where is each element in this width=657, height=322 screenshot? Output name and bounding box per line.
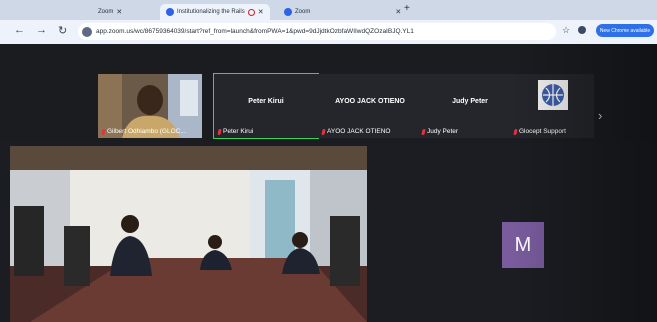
participant-display-name: AYOO JACK OTIENO (335, 98, 405, 105)
bookmark-star-icon[interactable]: ☆ (562, 25, 570, 36)
participant-tile-ayoo-jack[interactable]: AYOO JACK OTIENO AYOO JACK OTIENO (318, 74, 422, 138)
participant-tile-glocept-support[interactable]: Glocept Support (510, 74, 594, 138)
muted-mic-icon (321, 128, 326, 135)
participant-name-label: Judy Peter (421, 128, 459, 135)
participant-tile-judy-peter[interactable]: Judy Peter Judy Peter (418, 74, 522, 138)
participant-name-label: Peter Kirui (217, 128, 254, 135)
screen: Zoom ✕ Institutionalizing the Rails ✕ Zo… (0, 0, 657, 322)
tab-zoom-2[interactable]: Zoom ✕ (284, 4, 401, 20)
participant-name-label: AYOO JACK OTIENO (321, 128, 391, 135)
reload-icon[interactable]: ↻ (58, 24, 67, 37)
participant-strip: Gilbert Odhiambo (GLOC... Peter Kirui Pe… (0, 44, 657, 142)
self-avatar: M (502, 222, 544, 268)
zoom-meeting-window: Gilbert Odhiambo (GLOC... Peter Kirui Pe… (0, 44, 657, 322)
relaunch-button[interactable]: New Chrome available (596, 24, 654, 37)
participant-name: Judy Peter (427, 128, 459, 135)
next-page-chevron-icon[interactable]: › (598, 108, 602, 123)
muted-mic-icon (101, 128, 106, 135)
participant-name: AYOO JACK OTIENO (327, 128, 391, 135)
participant-display-name: Judy Peter (452, 98, 488, 105)
muted-mic-icon (217, 128, 222, 135)
browser-toolbar: ← → ↻ app.zoom.us/wc/86759364039/start?r… (0, 20, 657, 44)
muted-mic-icon (513, 128, 518, 135)
recording-icon (247, 8, 255, 16)
participant-name: Peter Kirui (223, 128, 254, 135)
profile-icon[interactable] (578, 26, 586, 34)
participant-name: Gilbert Odhiambo (GLOC... (107, 128, 186, 135)
new-tab-plus-icon[interactable]: + (404, 3, 410, 14)
back-arrow-icon[interactable]: ← (14, 24, 25, 36)
tab-title: Zoom (98, 9, 114, 15)
tab-zoom-1[interactable]: Zoom ✕ (98, 4, 122, 20)
close-icon[interactable]: ✕ (258, 8, 264, 16)
tab-title: Zoom (295, 9, 311, 15)
browser-tab-strip: Zoom ✕ Institutionalizing the Rails ✕ Zo… (0, 0, 657, 20)
participant-display-name: Peter Kirui (248, 98, 284, 105)
participant-tile-peter-kirui[interactable]: Peter Kirui Peter Kirui (213, 73, 319, 139)
zoom-favicon-icon (284, 8, 292, 16)
participant-name: Glocept Support (519, 128, 566, 135)
participant-tile-gilbert[interactable]: Gilbert Odhiambo (GLOC... (98, 74, 202, 138)
forward-arrow-icon[interactable]: → (36, 24, 47, 36)
zoom-favicon-icon (166, 8, 174, 16)
participant-name-label: Glocept Support (513, 128, 566, 135)
close-icon[interactable]: ✕ (116, 8, 122, 16)
main-room-video (10, 146, 367, 322)
address-text: app.zoom.us/wc/86759364039/start?ref_fro… (96, 28, 414, 35)
site-info-icon[interactable] (82, 26, 92, 37)
conference-room-scene (10, 146, 367, 322)
tab-institutionalizing[interactable]: Institutionalizing the Rails ✕ (160, 4, 270, 20)
tab-title: Institutionalizing the Rails (177, 9, 245, 15)
address-bar[interactable]: app.zoom.us/wc/86759364039/start?ref_fro… (78, 23, 556, 40)
participant-name-label: Gilbert Odhiambo (GLOC... (101, 128, 186, 135)
muted-mic-icon (421, 128, 426, 135)
close-icon[interactable]: ✕ (395, 8, 401, 16)
